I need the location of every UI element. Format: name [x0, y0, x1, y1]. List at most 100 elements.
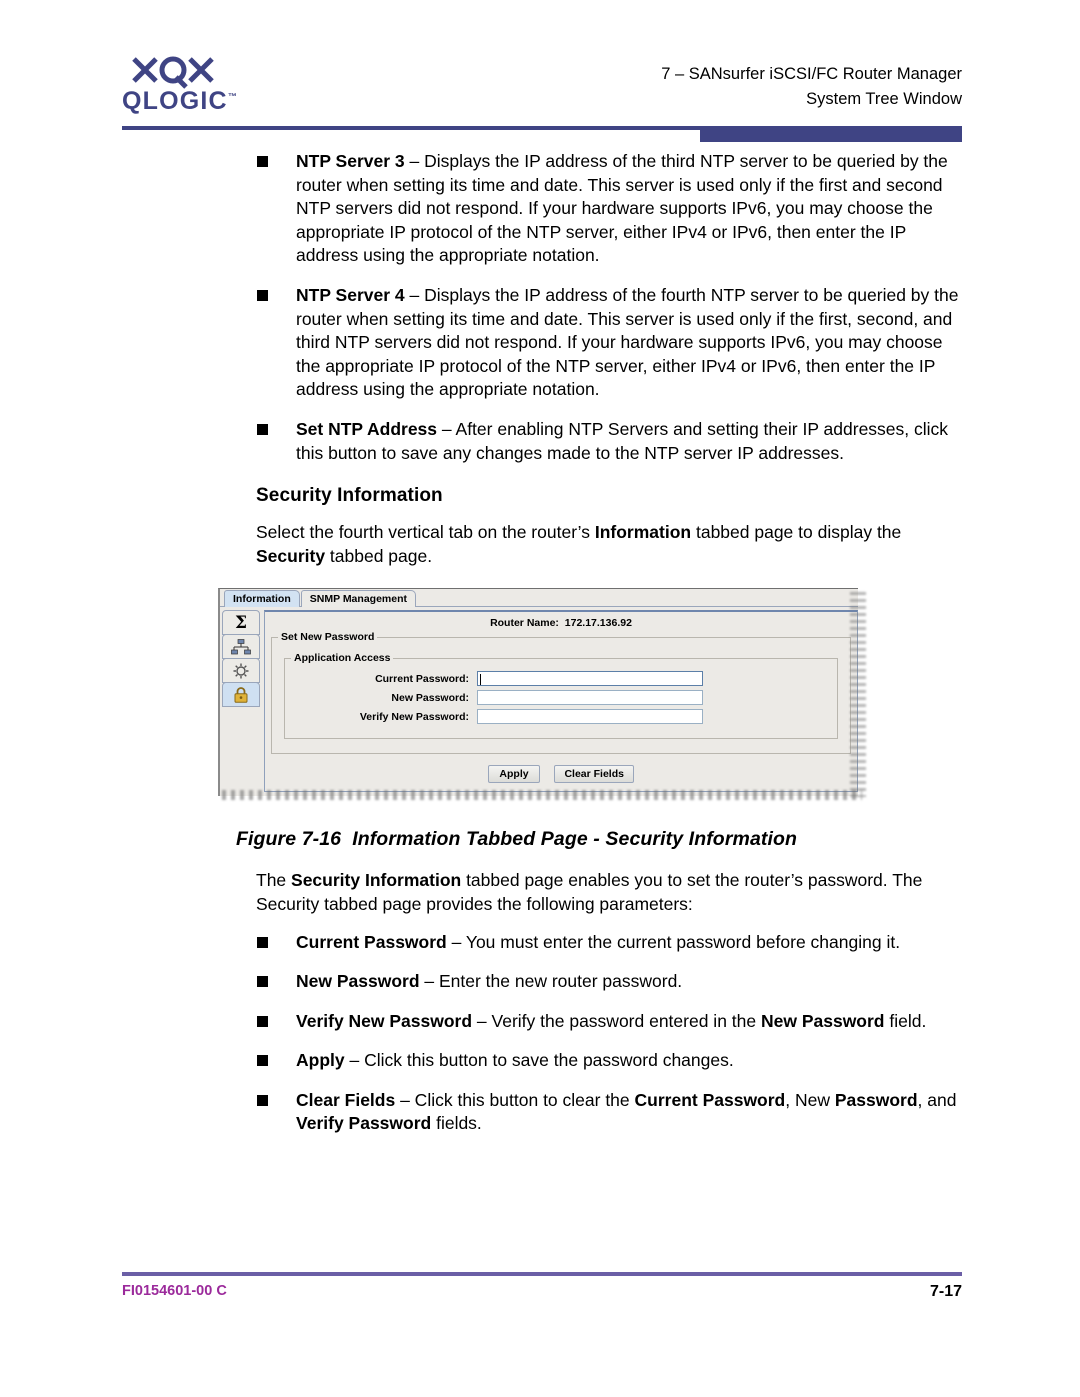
after-figure-paragraph: The Security Information tabbed page ena… [0, 869, 1080, 916]
figure-torn-right-edge [850, 592, 866, 798]
vtab-network[interactable] [222, 634, 260, 660]
list-item-text: – Click this button to clear the [395, 1089, 635, 1110]
running-header: 7 – SANsurfer iSCSI/FC Router Manager Sy… [661, 62, 962, 112]
intro-text-a: Select the fourth vertical tab on the ro… [256, 522, 595, 543]
group-label-application-access: Application Access [291, 652, 394, 665]
footer-rule [122, 1272, 962, 1276]
list-item: NTP Server 3 – Displays the IP address o… [0, 150, 1080, 268]
bullet-square-icon [257, 289, 268, 301]
trademark-symbol: ™ [227, 91, 237, 102]
button-row: Apply Clear Fields [265, 764, 857, 784]
intro-term-information: Information [594, 522, 692, 543]
router-name: Router Name: 172.17.136.92 [265, 612, 857, 633]
qlogic-wordmark: QLOGIC™ [122, 87, 237, 115]
field-row-new-password: New Password: [291, 690, 831, 706]
list-item-term: Clear Fields [296, 1089, 396, 1110]
bullet-square-icon [257, 1094, 268, 1106]
field-row-verify-new-password: Verify New Password: [291, 709, 831, 725]
after-fig-text-a: The [256, 870, 292, 891]
lock-icon [234, 686, 248, 703]
bullet-square-icon [257, 976, 268, 988]
intro-paragraph: Select the fourth vertical tab on the ro… [0, 521, 1080, 568]
bullet-square-icon [257, 1055, 268, 1067]
sansurfer-app-window: Information SNMP Management Σ Router Nam… [218, 588, 858, 797]
group-label-set-new-password: Set New Password [278, 631, 378, 644]
tab-information[interactable]: Information [224, 590, 300, 608]
section-heading: Security Information [256, 485, 443, 507]
list-item-text-4: fields. [431, 1113, 482, 1134]
list-item: Verify New Password – Verify the passwor… [0, 1010, 1080, 1034]
intro-text-e: tabbed page. [325, 545, 433, 566]
list-item-text: – Enter the new router password. [419, 971, 683, 992]
network-topology-icon [231, 638, 251, 655]
figure-torn-bottom-edge [222, 790, 862, 801]
figure-7-16: Information SNMP Management Σ Router Nam… [0, 584, 1080, 814]
bullet-square-icon [257, 936, 268, 948]
list-item-term-4: Verify Password [296, 1113, 432, 1134]
list-item-term: New Password [296, 971, 420, 992]
list-item-term: Current Password [296, 931, 447, 952]
figure-caption: Figure 7-16 Information Tabbed Page - Se… [0, 828, 1080, 851]
current-password-input[interactable] [477, 671, 703, 687]
top-tabstrip: Information SNMP Management [220, 589, 858, 608]
running-header-line2: System Tree Window [806, 90, 962, 108]
header-accent-block [700, 126, 962, 142]
bullet-square-icon [257, 156, 268, 167]
running-header-line1: 7 – SANsurfer iSCSI/FC Router Manager [661, 65, 962, 83]
text-caret [480, 674, 481, 686]
list-item-term: Verify New Password [296, 1010, 473, 1031]
label-new-password: New Password: [391, 691, 469, 704]
vertical-tabstrip: Σ [222, 610, 262, 793]
list-item-term: NTP Server 4 [296, 284, 405, 305]
list-item-term: Apply [296, 1050, 345, 1071]
list-item: Apply – Click this button to save the pa… [0, 1049, 1080, 1073]
bullet-square-icon [257, 1015, 268, 1027]
figure-caption-number: Figure 7-16 [236, 828, 342, 851]
list-item-text-2: , New [785, 1089, 835, 1110]
page-content: NTP Server 3 – Displays the IP address o… [0, 150, 1080, 1152]
document-id: FI0154601-00 C [122, 1283, 227, 1299]
apply-button[interactable]: Apply [488, 765, 540, 784]
label-current-password: Current Password: [375, 672, 469, 685]
clear-fields-button[interactable]: Clear Fields [554, 765, 634, 784]
vtab-security[interactable] [222, 682, 260, 708]
list-item-text-2: field. [884, 1010, 927, 1031]
group-application-access: Application Access Current Password: New… [284, 652, 838, 740]
field-row-current-password: Current Password: [291, 671, 831, 687]
list-item-term-2: Current Password [634, 1089, 786, 1110]
intro-term-security: Security [256, 545, 326, 566]
group-set-new-password: Set New Password Application Access Curr… [271, 631, 851, 755]
list-item: Current Password – You must enter the cu… [0, 931, 1080, 955]
qlogic-logo-mark [132, 56, 214, 89]
new-password-input[interactable] [477, 690, 703, 706]
after-fig-term: Security Information [291, 870, 462, 891]
router-name-label: Router Name: [490, 617, 559, 630]
vtab-summary[interactable]: Σ [222, 610, 260, 636]
figure-caption-text: Information Tabbed Page - Security Infor… [352, 828, 798, 851]
list-item: Set NTP Address – After enabling NTP Ser… [0, 418, 1080, 465]
tab-snmp-management[interactable]: SNMP Management [300, 590, 416, 608]
router-name-value: 172.17.136.92 [564, 617, 632, 630]
vtab-settings[interactable] [222, 658, 260, 684]
list-item: NTP Server 4 – Displays the IP address o… [0, 284, 1080, 402]
sigma-icon: Σ [234, 612, 248, 633]
verify-new-password-input[interactable] [477, 709, 703, 725]
list-item-text: – You must enter the current password be… [446, 931, 901, 952]
panel-row: Σ Router Name: 172.17.136.92 Set New Pas… [220, 607, 858, 795]
gear-icon [233, 663, 249, 679]
list-item-term-2: New Password [760, 1010, 885, 1031]
qlogic-logo: QLOGIC™ [122, 55, 242, 115]
list-item-term: NTP Server 3 [296, 151, 405, 171]
page-number: 7-17 [929, 1283, 962, 1300]
intro-text-c: tabbed page to display the [691, 522, 902, 543]
list-item-term: Set NTP Address [296, 418, 438, 439]
label-verify-new-password: Verify New Password: [359, 710, 469, 723]
list-item-text: – Verify the password entered in the [472, 1010, 761, 1031]
list-item: New Password – Enter the new router pass… [0, 970, 1080, 994]
list-item-text-3: , and [917, 1089, 957, 1110]
page-header: QLOGIC™ 7 – SANsurfer iSCSI/FC Router Ma… [0, 0, 1080, 142]
security-panel: Router Name: 172.17.136.92 Set New Passw… [264, 610, 858, 793]
bullet-square-icon [257, 423, 268, 435]
list-item-text: – Click this button to save the password… [344, 1050, 734, 1071]
list-item-term-3: Password [834, 1089, 918, 1110]
